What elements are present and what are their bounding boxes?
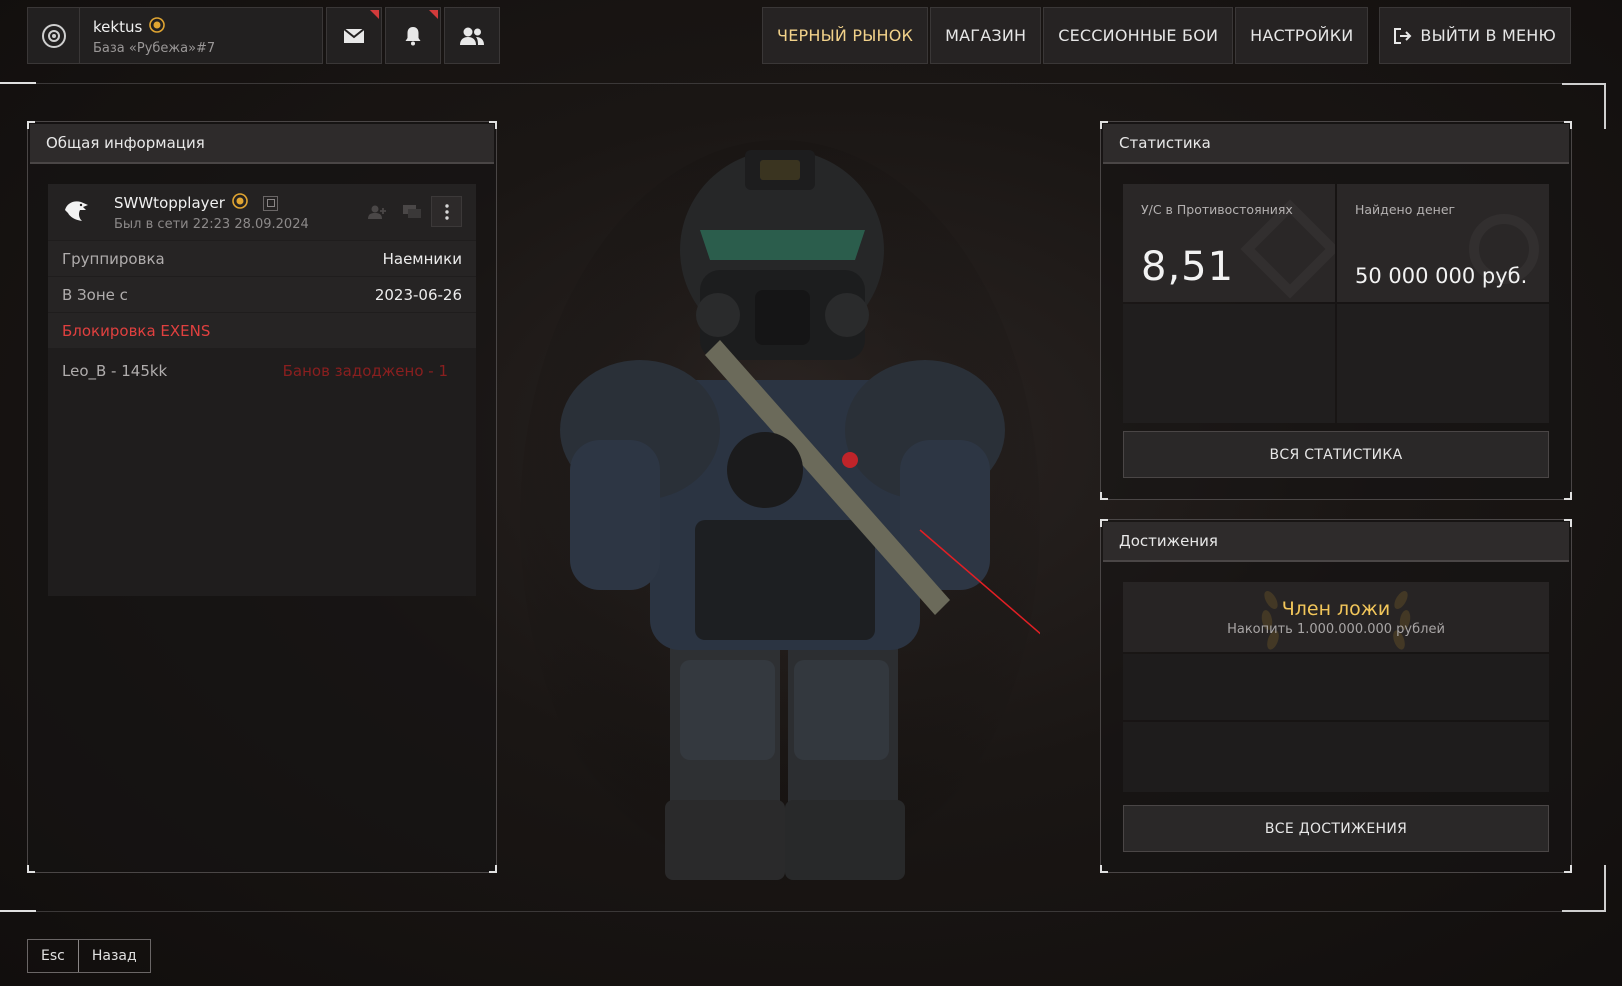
notification-dot	[429, 10, 438, 19]
friends-button[interactable]	[444, 7, 500, 64]
mail-icon	[343, 27, 365, 43]
bottom-divider	[0, 911, 1580, 912]
top-divider	[0, 83, 1580, 84]
row-key: Группировка	[62, 249, 165, 268]
all-stats-button[interactable]: ВСЯ СТАТИСТИКА	[1123, 431, 1549, 478]
achievement-slot-empty	[1123, 722, 1549, 792]
notifications-button[interactable]	[385, 7, 441, 64]
row-key: В Зоне с	[62, 285, 128, 304]
bell-icon	[405, 26, 421, 45]
back-control[interactable]: Esc Назад	[27, 939, 151, 973]
zone-since-row: В Зоне с 2023-06-26	[48, 277, 476, 312]
more-vertical-icon	[444, 203, 449, 220]
menu-session-battles[interactable]: СЕССИОННЫЕ БОИ	[1043, 7, 1234, 64]
stats-grid: У/С в Противостояниях 8,51 Найдено денег…	[1123, 184, 1549, 423]
panel-title: Статистика	[1103, 124, 1569, 164]
achievement-item[interactable]: Член ложи Накопить 1.000.000.000 рублей	[1123, 582, 1549, 652]
notification-dot	[370, 10, 379, 19]
username: kektus	[93, 17, 143, 36]
note-value: Банов задоджено - 1	[282, 362, 448, 380]
stat-kd: У/С в Противостояниях 8,51	[1123, 184, 1335, 302]
ban-row: Блокировка EXENS	[48, 313, 476, 348]
stat-label: У/С в Противостояниях	[1141, 202, 1293, 217]
mail-button[interactable]	[326, 7, 382, 64]
message-button[interactable]	[396, 196, 427, 227]
chat-icon	[402, 204, 421, 218]
achievement-slot-empty	[1123, 654, 1549, 720]
achievement-desc: Накопить 1.000.000.000 рублей	[1227, 622, 1445, 637]
premium-badge-icon	[231, 192, 249, 214]
stat-empty	[1123, 304, 1335, 423]
general-info-panel: Общая информация SWWtopplayer Был в сети…	[27, 121, 497, 873]
all-achievements-button[interactable]: ВСЕ ДОСТИЖЕНИЯ	[1123, 805, 1549, 852]
row-key: Блокировка EXENS	[62, 321, 211, 340]
premium-badge-icon	[148, 16, 166, 38]
eagle-emblem-icon	[62, 196, 90, 228]
stat-money: Найдено денег 50 000 000 руб.	[1337, 184, 1549, 302]
stat-empty	[1337, 304, 1549, 423]
statistics-panel: Статистика У/С в Противостояниях 8,51 На…	[1100, 121, 1572, 500]
stat-value: 8,51	[1141, 244, 1235, 290]
base-subtitle: База «Рубежа»#7	[93, 40, 216, 56]
note-key: Leo_B - 145kk	[62, 362, 168, 380]
esc-key[interactable]: Esc	[28, 940, 78, 972]
exit-label: ВЫЙТИ В МЕНЮ	[1420, 26, 1556, 45]
character-model	[520, 140, 1281, 900]
stat-value: 50 000 000 руб.	[1355, 264, 1528, 288]
back-button[interactable]: Назад	[77, 940, 150, 972]
exit-to-menu-button[interactable]: ВЫЙТИ В МЕНЮ	[1379, 7, 1571, 64]
menu-black-market[interactable]: ЧЕРНЫЙ РЫНОК	[762, 7, 929, 64]
copy-icon[interactable]	[262, 195, 278, 211]
users-icon	[460, 27, 484, 45]
more-options-button[interactable]	[431, 196, 462, 227]
achievements-panel: Достижения Член ложи Накопить 1.000.000.…	[1100, 519, 1572, 873]
achievement-title: Член ложи	[1281, 598, 1391, 620]
menu-settings[interactable]: НАСТРОЙКИ	[1235, 7, 1369, 64]
profile-block[interactable]: kektus База «Рубежа»#7	[27, 7, 323, 64]
last-seen: Был в сети 22:23 28.09.2024	[114, 217, 309, 232]
frame-accent	[0, 82, 36, 84]
add-friend-icon	[367, 205, 386, 219]
frame-accent	[0, 910, 36, 912]
exit-icon	[1394, 27, 1412, 44]
menu-shop[interactable]: МАГАЗИН	[930, 7, 1042, 64]
panel-title: Общая информация	[30, 124, 494, 164]
player-note: Leo_B - 145kk Банов задоджено - 1	[48, 348, 476, 380]
panel-title: Достижения	[1103, 522, 1569, 562]
faction-row: Группировка Наемники	[48, 241, 476, 276]
player-card: SWWtopplayer Был в сети 22:23 28.09.2024	[48, 184, 476, 596]
base-emblem-icon	[28, 8, 80, 63]
row-value: Наемники	[382, 249, 462, 268]
stat-label: Найдено денег	[1355, 202, 1456, 217]
top-bar: kektus База «Рубежа»#7	[27, 7, 500, 64]
add-friend-button[interactable]	[361, 196, 392, 227]
main-menu: ЧЕРНЫЙ РЫНОК МАГАЗИН СЕССИОННЫЕ БОИ НАСТ…	[762, 7, 1571, 64]
row-value: 2023-06-26	[374, 285, 462, 304]
player-name: SWWtopplayer	[114, 194, 225, 212]
